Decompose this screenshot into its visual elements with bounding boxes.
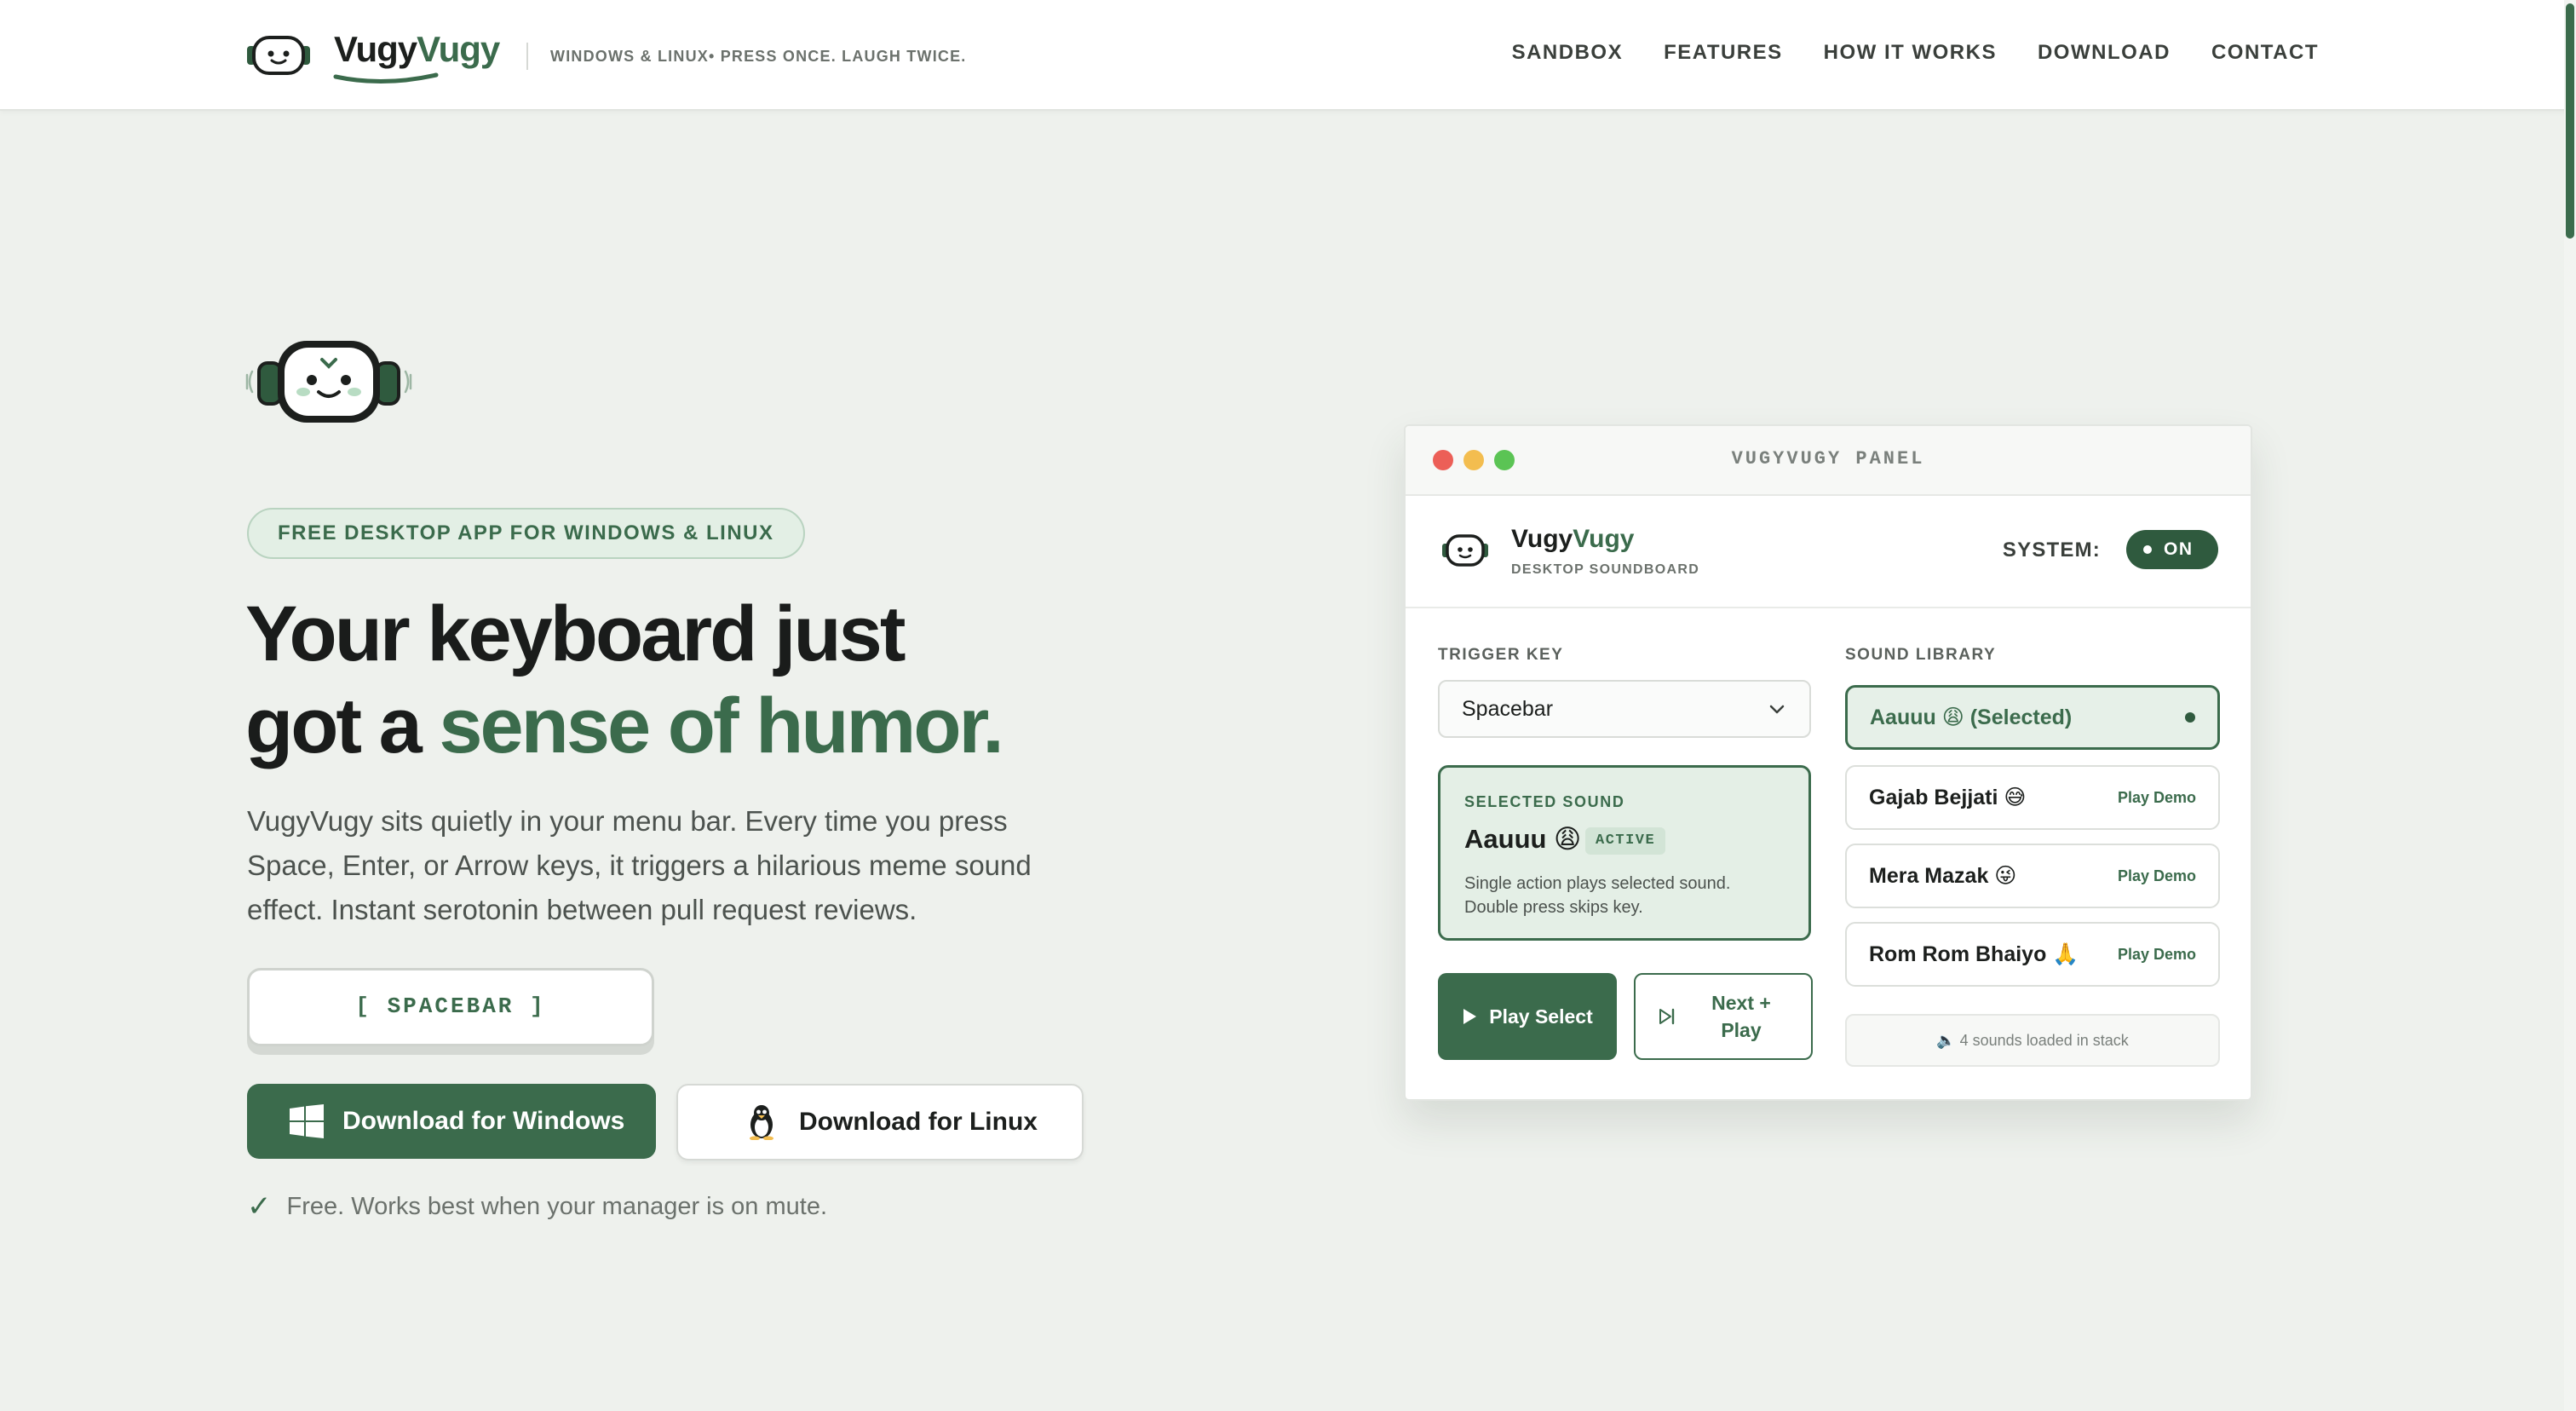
nav-link-download[interactable]: DOWNLOAD — [2038, 41, 2171, 65]
sound-item-selected[interactable]: Aauuu 😩 (Selected) — [1845, 685, 2220, 750]
headline-line2-accent: sense of humor. — [439, 682, 1003, 769]
download-linux-label: Download for Linux — [799, 1108, 1038, 1136]
sound-library-label: SOUND LIBRARY — [1845, 646, 1997, 664]
robot-logo-icon[interactable] — [245, 34, 312, 77]
selected-sound-label: SELECTED SOUND — [1464, 793, 1625, 810]
header-tagline: WINDOWS & LINUX• PRESS ONCE. LAUGH TWICE… — [550, 48, 967, 65]
sound-item[interactable]: Mera Mazak 😜 Play Demo — [1845, 844, 2220, 908]
hero-headline: Your keyboard just got a sense of humor. — [245, 588, 1182, 772]
panel-app-subtitle: DESKTOP SOUNDBOARD — [1511, 562, 1700, 577]
selected-indicator-icon — [2185, 712, 2195, 723]
windows-icon — [290, 1104, 324, 1138]
sound-item-name: Gajab Bejjati 😅 — [1869, 786, 2027, 809]
trigger-key-value: Spacebar — [1462, 697, 1554, 721]
download-windows-button[interactable]: Download for Windows — [247, 1084, 656, 1159]
hero-description: VugyVugy sits quietly in your menu bar. … — [247, 805, 1032, 925]
download-linux-button[interactable]: Download for Linux — [676, 1084, 1084, 1160]
nav-link-contact[interactable]: CONTACT — [2211, 41, 2319, 65]
sound-item-name: Rom Rom Bhaiyo 🙏 — [1869, 942, 2079, 966]
brand-name-part1: Vugy — [334, 29, 417, 69]
panel-app-name: VugyVugy — [1511, 525, 1634, 554]
toggle-knob — [2143, 545, 2152, 554]
play-demo-button[interactable]: Play Demo — [2118, 789, 2196, 807]
panel-app-name-part2: Vugy — [1573, 525, 1635, 553]
spacebar-keycap-button[interactable]: [ SPACEBAR ] — [247, 968, 654, 1046]
trigger-key-label: TRIGGER KEY — [1438, 646, 1564, 664]
nav-link-how-it-works[interactable]: HOW IT WORKS — [1824, 41, 1997, 65]
trigger-key-select[interactable]: Spacebar — [1438, 680, 1811, 738]
headline-line2-plain: got a — [245, 682, 440, 769]
play-icon — [1463, 1009, 1477, 1024]
play-select-label: Play Select — [1489, 1005, 1593, 1028]
scrollbar-thumb[interactable] — [2566, 3, 2574, 239]
brand-name-part2: Vugy — [417, 29, 500, 69]
site-header: VugyVugy WINDOWS & LINUX• PRESS ONCE. LA… — [0, 0, 2576, 111]
page-scrollbar[interactable] — [2564, 0, 2576, 1411]
nav-link-sandbox[interactable]: SANDBOX — [1512, 41, 1624, 65]
checkmark-icon: ✓ — [247, 1190, 272, 1223]
system-label: SYSTEM: — [2002, 538, 2101, 562]
chevron-down-icon — [1769, 705, 1785, 714]
panel-titlebar: VUGYVUGY PANEL — [1406, 426, 2251, 496]
panel-app-name-part1: Vugy — [1511, 525, 1573, 553]
main-nav: SANDBOX FEATURES HOW IT WORKS DOWNLOAD C… — [1512, 41, 2319, 65]
next-play-label: Next + Play — [1711, 992, 1771, 1041]
sound-item-name: Mera Mazak 😜 — [1869, 864, 2017, 888]
skip-forward-icon — [1659, 1008, 1675, 1025]
system-toggle[interactable]: ON — [2126, 530, 2218, 569]
sounds-loaded-status: 🔈 4 sounds loaded in stack — [1845, 1014, 2220, 1067]
selected-sound-card: SELECTED SOUND Aauuu 😩 ACTIVE Single act… — [1438, 765, 1811, 941]
panel-title: VUGYVUGY PANEL — [1731, 448, 1925, 469]
pricing-note: ✓ Free. Works best when your manager is … — [247, 1189, 827, 1224]
play-demo-button[interactable]: Play Demo — [2118, 867, 2196, 885]
headline-line1: Your keyboard just — [245, 590, 906, 677]
play-select-button[interactable]: Play Select — [1438, 973, 1617, 1060]
pricing-note-text: Free. Works best when your manager is on… — [286, 1192, 828, 1220]
download-windows-label: Download for Windows — [342, 1107, 625, 1135]
header-divider — [526, 43, 528, 70]
selected-sound-name: Aauuu 😩 — [1464, 824, 1582, 854]
selected-sound-description: Single action plays selected sound. Doub… — [1464, 874, 1731, 917]
nav-link-features[interactable]: FEATURES — [1664, 41, 1783, 65]
brand-underline-swoosh — [333, 72, 439, 84]
robot-mascot-icon — [245, 341, 412, 423]
linux-penguin-icon — [750, 1105, 773, 1140]
robot-logo-icon — [1442, 534, 1488, 567]
play-demo-button[interactable]: Play Demo — [2118, 946, 2196, 964]
sound-item[interactable]: Gajab Bejjati 😅 Play Demo — [1845, 765, 2220, 830]
panel-header: VugyVugy DESKTOP SOUNDBOARD SYSTEM: ON — [1406, 496, 2251, 608]
brand-wordmark[interactable]: VugyVugy — [334, 29, 500, 70]
sound-item[interactable]: Rom Rom Bhaiyo 🙏 Play Demo — [1845, 922, 2220, 987]
free-app-badge: FREE DESKTOP APP FOR WINDOWS & LINUX — [247, 508, 805, 559]
sound-item-name: Aauuu 😩 (Selected) — [1870, 706, 2073, 729]
system-state: ON — [2164, 539, 2194, 559]
next-play-button[interactable]: Next + Play — [1634, 973, 1813, 1060]
active-badge: ACTIVE — [1585, 827, 1666, 855]
app-panel-window: VUGYVUGY PANEL VugyVugy DESKTOP SOUNDBOA… — [1404, 424, 2252, 1101]
